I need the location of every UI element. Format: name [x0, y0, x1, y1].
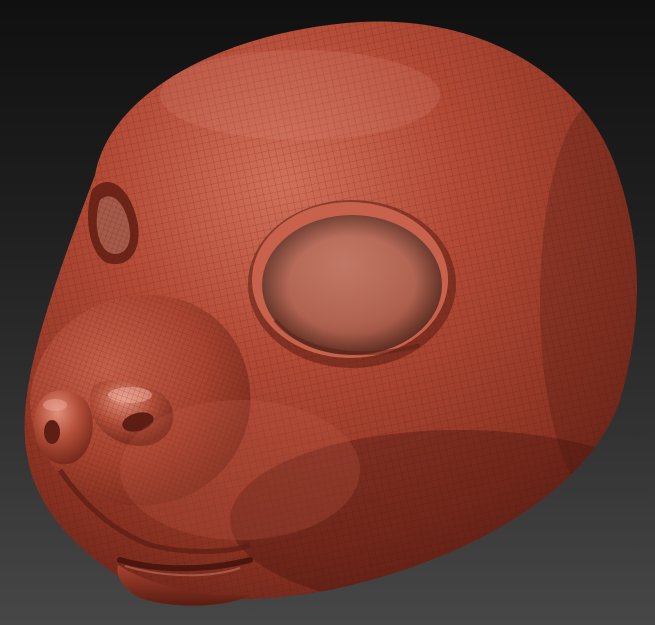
sculpt-scene[interactable]	[0, 0, 655, 625]
head-highlight	[160, 50, 440, 140]
eye-socket-right	[248, 200, 456, 368]
nostril-left	[44, 420, 60, 444]
3d-viewport[interactable]	[0, 0, 655, 625]
cheek	[120, 400, 360, 540]
